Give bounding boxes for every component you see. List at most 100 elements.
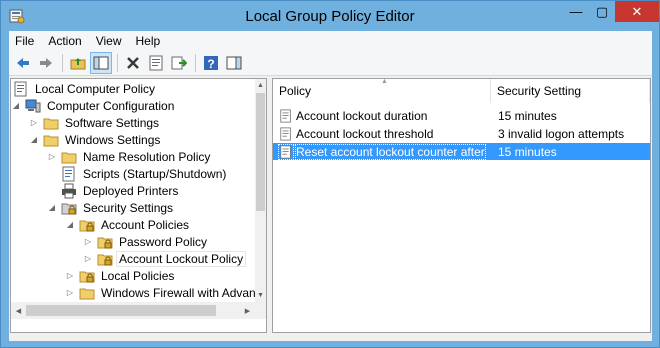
properties-button[interactable] xyxy=(145,52,167,74)
maximize-button[interactable]: ▢ xyxy=(589,1,615,22)
folder-icon xyxy=(43,132,59,148)
tree-item[interactable]: ▷ Account Lockout Policy xyxy=(83,250,247,267)
up-one-level-button[interactable] xyxy=(67,52,89,74)
toolbar-separator xyxy=(117,53,118,72)
tree-item-label: Local Policies xyxy=(101,268,175,283)
folder-icon xyxy=(61,149,77,165)
collapsed-arrow-icon[interactable]: ▷ xyxy=(83,233,93,250)
tree-item-label: Windows Firewall with Advan xyxy=(101,285,255,300)
expanded-arrow-icon[interactable]: ◢ xyxy=(11,97,21,114)
delete-button[interactable] xyxy=(122,52,144,74)
expanded-arrow-icon[interactable]: ◢ xyxy=(29,131,39,148)
tree-item[interactable]: ◢ Account Policies xyxy=(65,216,191,233)
tree-item[interactable]: ◢ Security Settings xyxy=(47,199,175,216)
show-hide-action-pane-button[interactable] xyxy=(223,52,245,74)
tree-vertical-scrollbar[interactable]: ▲ ▼ xyxy=(255,79,266,302)
tree-item-label: Security Settings xyxy=(83,200,174,215)
scroll-right-arrow-icon[interactable]: ▶ xyxy=(242,305,253,317)
column-header-security-setting[interactable]: Security Setting xyxy=(491,79,650,103)
tree-item-label: Name Resolution Policy xyxy=(83,149,211,164)
policy-setting-icon xyxy=(279,126,293,141)
forward-icon xyxy=(40,57,52,68)
client-area: File Action View Help ? Local Computer P… xyxy=(9,31,652,341)
show-hide-action-pane-icon xyxy=(226,56,242,69)
collapsed-arrow-icon[interactable]: ▷ xyxy=(29,114,39,131)
tree-item[interactable]: ▷ Password Policy xyxy=(83,233,209,250)
folder-icon xyxy=(79,285,95,301)
expanded-arrow-icon[interactable]: ◢ xyxy=(47,199,57,216)
show-hide-tree-button[interactable] xyxy=(90,51,112,74)
tree-item[interactable]: ▷ Local Policies xyxy=(65,267,176,284)
help-button[interactable]: ? xyxy=(200,52,222,74)
help-icon: ? xyxy=(204,55,218,71)
tree-item-label: Local Computer Policy xyxy=(35,81,156,96)
export-list-button[interactable] xyxy=(168,52,190,74)
policy-setting-icon xyxy=(278,143,294,160)
menu-help[interactable]: Help xyxy=(130,34,169,48)
tree-item-label: Account Policies xyxy=(101,217,190,232)
policy-row[interactable]: Account lockout duration 15 minutes xyxy=(273,107,650,124)
scroll-left-arrow-icon[interactable]: ◀ xyxy=(13,305,24,317)
collapsed-arrow-icon[interactable]: ▷ xyxy=(47,148,57,165)
policy-name-cell: Account lockout duration xyxy=(279,107,427,124)
title-bar[interactable]: Local Group Policy Editor — ▢ ✕ xyxy=(1,1,659,31)
policy-name: Account lockout threshold xyxy=(296,126,434,141)
tree-item[interactable]: Deployed Printers xyxy=(47,182,180,199)
window-title: Local Group Policy Editor xyxy=(245,8,415,25)
tree-item-label: Windows Settings xyxy=(65,132,161,147)
tree-horizontal-scroll-thumb[interactable] xyxy=(26,305,216,316)
column-header-policy[interactable]: Policy ▲ xyxy=(273,79,491,103)
menu-view[interactable]: View xyxy=(90,34,130,48)
tree-vertical-scroll-thumb[interactable] xyxy=(256,93,265,211)
console-tree: Local Computer Policy ◢ Computer Configura… xyxy=(11,79,255,302)
folder-icon xyxy=(43,115,59,131)
close-button[interactable]: ✕ xyxy=(615,1,659,22)
sort-ascending-icon: ▲ xyxy=(381,78,388,85)
scroll-down-arrow-icon[interactable]: ▼ xyxy=(255,289,266,301)
collapsed-arrow-icon[interactable]: ▷ xyxy=(65,284,75,301)
forward-button[interactable] xyxy=(35,52,57,74)
scroll-up-arrow-icon[interactable]: ▲ xyxy=(255,79,266,91)
tree-item[interactable]: Scripts (Startup/Shutdown) xyxy=(47,165,228,182)
details-pane: Policy ▲ Security Setting Account lockou… xyxy=(272,78,651,333)
status-bar xyxy=(9,337,652,341)
tree-item[interactable]: Local Computer Policy xyxy=(13,80,157,97)
security-setting-value: 15 minutes xyxy=(498,108,557,123)
twisty-spacer xyxy=(47,165,57,182)
locked-folder-icon xyxy=(97,251,113,267)
back-button[interactable] xyxy=(12,52,34,74)
tree-item-label: Password Policy xyxy=(119,234,208,249)
policy-row[interactable]: Reset account lockout counter after 15 mi… xyxy=(273,143,650,160)
locked-folder-icon xyxy=(79,217,95,233)
policy-row[interactable]: Account lockout threshold 3 invalid logon… xyxy=(273,125,650,142)
properties-icon xyxy=(149,55,163,70)
tree-item-label: Scripts (Startup/Shutdown) xyxy=(83,166,227,181)
app-window: Local Group Policy Editor — ▢ ✕ File Act… xyxy=(0,0,660,348)
menu-file[interactable]: File xyxy=(9,34,42,48)
tree-item[interactable]: ▷ Software Settings xyxy=(29,114,161,131)
tree-item-label: Software Settings xyxy=(65,115,160,130)
tree-item[interactable]: ◢ Windows Settings xyxy=(29,131,162,148)
collapsed-arrow-icon[interactable]: ▷ xyxy=(83,250,93,267)
policy-computer-icon xyxy=(13,81,29,97)
security-icon xyxy=(61,200,77,216)
tree-horizontal-scrollbar[interactable]: ◀ ▶ xyxy=(11,302,255,319)
show-hide-tree-icon xyxy=(93,56,109,69)
menu-action[interactable]: Action xyxy=(42,34,89,48)
twisty-spacer xyxy=(47,182,57,199)
collapsed-arrow-icon[interactable]: ▷ xyxy=(65,267,75,284)
toolbar-separator xyxy=(195,53,196,72)
delete-icon xyxy=(127,56,139,69)
expanded-arrow-icon[interactable]: ◢ xyxy=(65,216,75,233)
security-setting-value: 3 invalid logon attempts xyxy=(498,126,625,141)
script-icon xyxy=(61,166,77,182)
tree-item[interactable]: ▷ Name Resolution Policy xyxy=(47,148,212,165)
tree-item[interactable]: ◢ Computer Configuration xyxy=(11,97,176,114)
tree-item-label: Account Lockout Policy xyxy=(115,250,247,267)
tree-item-label: Deployed Printers xyxy=(83,183,179,198)
tree-item-label: Computer Configuration xyxy=(47,98,175,113)
minimize-button[interactable]: — xyxy=(563,1,589,22)
policy-name-cell: Reset account lockout counter after xyxy=(278,143,486,160)
tree-item[interactable]: ▷ Windows Firewall with Advan xyxy=(65,284,255,301)
column-header-security-setting-label: Security Setting xyxy=(497,84,582,98)
